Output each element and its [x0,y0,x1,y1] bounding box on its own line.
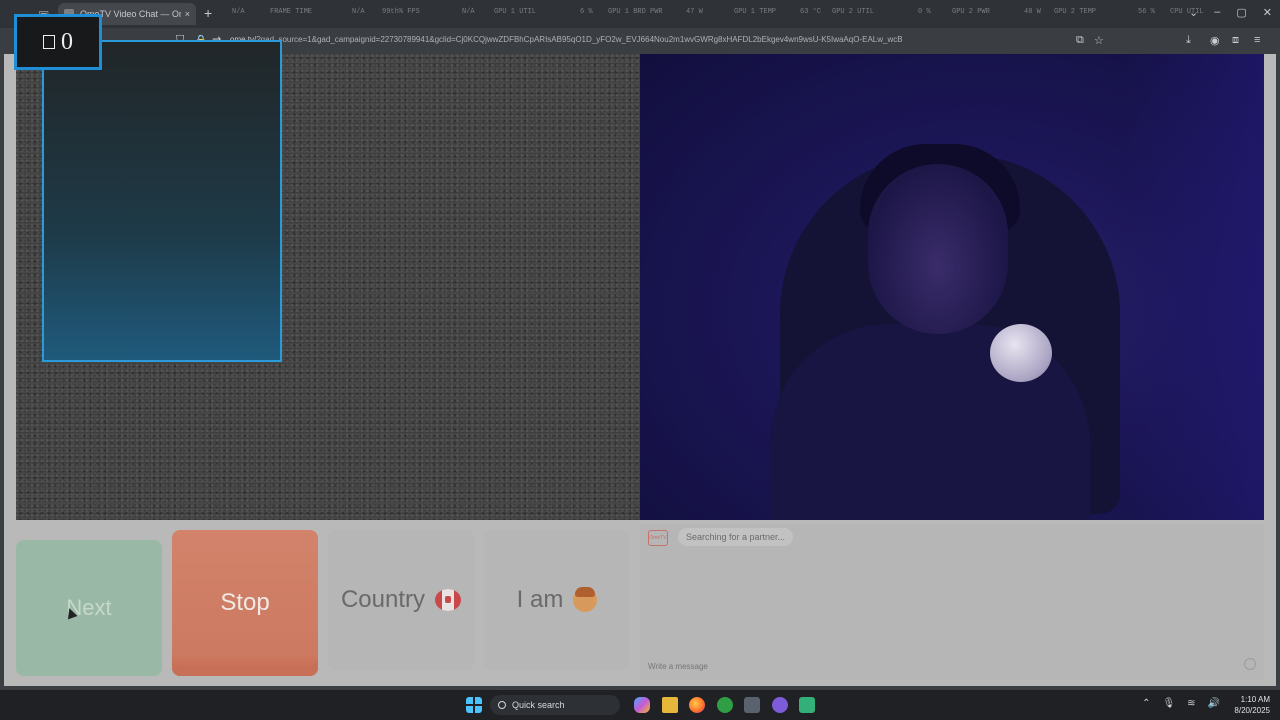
held-ball-shape [990,324,1052,382]
local-camera-preview [42,40,282,362]
bookmark-star-icon[interactable]: ☆ [1094,34,1104,47]
overlay-stat: GPU 1 UTIL [494,8,537,16]
stop-button-label: Stop [220,589,270,616]
speaker-icon[interactable]: 🔊 [1208,698,1220,709]
window-controls: ⌄ – ▢ ✕ [1189,6,1272,19]
counter-overlay: 0 [14,14,102,70]
menu-icon[interactable]: ≡ [1254,34,1260,46]
picture-in-picture-icon[interactable]: ⧉ [1076,34,1084,47]
counter-square-icon [43,35,55,49]
overlay-stat: N/A [462,8,475,16]
microphone-icon[interactable]: 🎙 [1162,698,1175,709]
file-explorer-icon[interactable] [662,697,678,713]
chat-panel: OmeTV Searching for a partner... [640,524,1264,680]
gender-button[interactable]: I am [484,530,630,670]
canada-flag-icon [435,589,462,611]
taskbar-search[interactable]: Quick search [490,695,620,715]
overlay-stat: 99th% FPS [382,8,420,16]
taskbar-search-label: Quick search [512,700,565,710]
overlay-stat: 63 °C [800,8,822,16]
overlay-stat: GPU 2 TEMP [1054,8,1097,16]
overlay-stat: 48 W [1024,8,1041,16]
chat-status-message: Searching for a partner... [678,528,794,546]
store-icon[interactable] [744,697,760,713]
overlay-stat: GPU 1 BRD PWR [608,8,663,16]
partner-video-static [16,40,640,520]
discord-icon[interactable] [772,697,788,713]
stop-button[interactable]: Stop [172,530,318,676]
download-icon[interactable]: ⤓ [1186,34,1191,47]
video-chat-page: Next Stop Country I am OmeTV Searching f… [4,40,1276,686]
overlay-stat: 0 % [918,8,931,16]
counter-value: 0 [61,28,73,55]
overlay-stat: 47 W [686,8,703,16]
account-icon[interactable]: ◉ [1210,34,1220,47]
extensions-icon[interactable]: ⧈ [1232,34,1239,47]
chevron-up-icon[interactable]: ⌃ [1142,698,1150,709]
search-icon [498,701,506,709]
overlay-stat: GPU 1 TEMP [734,8,777,16]
clock-time: 1:10 AM [1240,695,1270,704]
chevron-down-icon[interactable]: ⌄ [1189,6,1198,19]
url-field[interactable]: ome.tv/?gad_source=1&gad_campaignid=2273… [230,35,903,44]
emoji-icon[interactable] [1244,658,1256,670]
performance-overlay: N/A FRAME TIME N/A 99th% FPS N/A GPU 1 UTIL 6 … [232,8,1204,20]
close-tab-icon[interactable]: × [185,9,190,19]
url-query: ?gad_source=1&gad_campaignid=22730789941… [256,35,903,44]
new-tab-icon[interactable]: + [204,5,212,21]
app-icon[interactable] [799,697,815,713]
maximize-icon[interactable]: ▢ [1236,6,1246,19]
country-button-label: Country [340,586,426,613]
ambient-light [1124,54,1264,520]
minimize-icon[interactable]: – [1214,6,1220,19]
chat-message-input[interactable] [646,658,1230,674]
system-tray: ⌃ 🎙 ≋ 🔊 [1142,698,1220,709]
close-window-icon[interactable]: ✕ [1263,6,1272,19]
overlay-stat: GPU 2 PWR [952,8,990,16]
browser-tab-bar: ▣ OmeTV Video Chat — Omegle × + N/AFRAME… [0,0,1280,28]
next-button[interactable]: Next [16,540,162,676]
person-head-shape [868,164,1008,334]
overlay-stat: FRAME TIME [270,8,313,16]
boy-face-icon [573,587,598,612]
own-camera-video [640,54,1264,520]
copilot-icon[interactable] [634,697,650,713]
overlay-stat: GPU 2 UTIL [832,8,875,16]
system-clock[interactable]: 1:10 AM 8/20/2025 [1234,694,1270,716]
overlay-stat: 56 % [1138,8,1155,16]
ometv-logo-icon: OmeTV [648,530,668,546]
overlay-stat: N/A [232,8,245,16]
wifi-icon[interactable]: ≋ [1187,698,1195,709]
windows-start-icon[interactable] [466,697,482,713]
clock-date: 8/20/2025 [1234,706,1270,715]
overlay-stat: N/A [352,8,365,16]
windows-taskbar: Quick search ⌃ 🎙 ≋ 🔊 1:10 AM 8/20/2025 [0,690,1280,720]
xbox-icon[interactable] [717,697,733,713]
gender-button-label: I am [516,586,564,613]
firefox-icon[interactable] [689,697,705,713]
country-button[interactable]: Country [328,530,474,670]
overlay-stat: 6 % [580,8,593,16]
